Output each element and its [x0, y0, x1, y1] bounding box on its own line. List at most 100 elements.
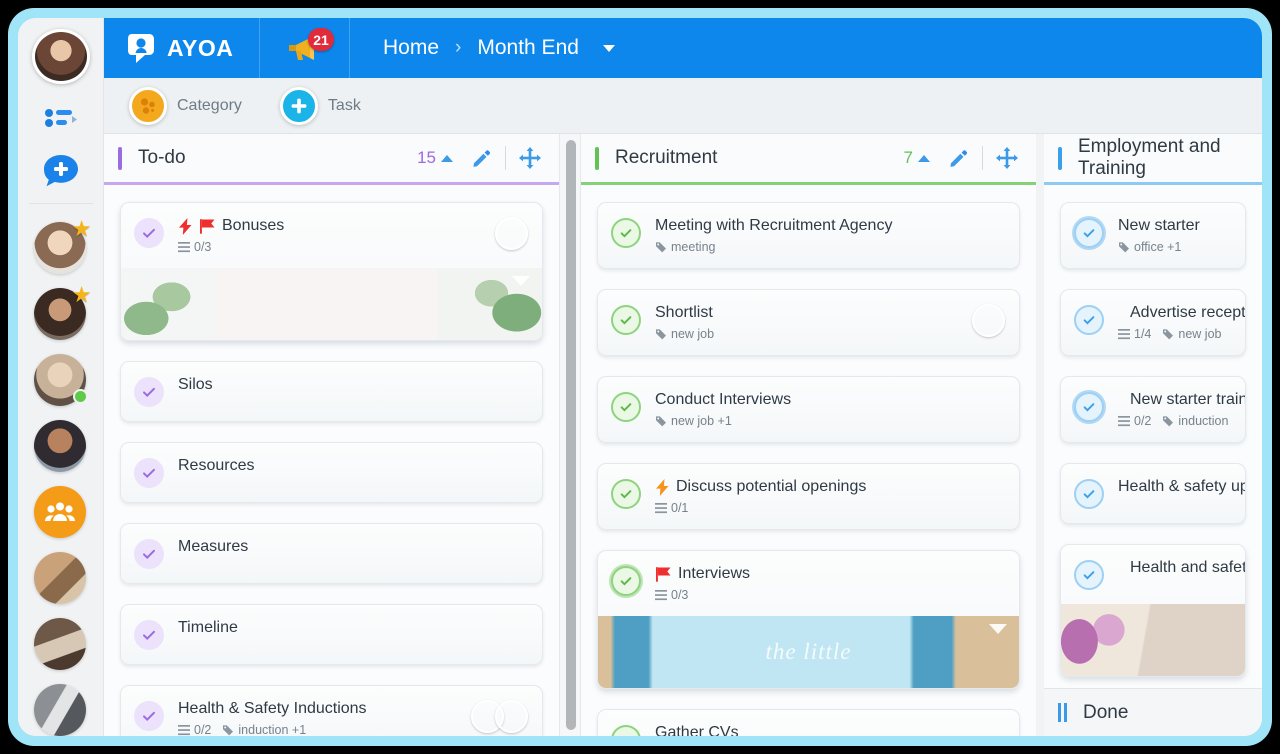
column-body-recruitment[interactable]: Meeting with Recruitment Agency meeting: [581, 185, 1036, 736]
task-card[interactable]: Gather CVs: [597, 709, 1020, 736]
member-avatar-3[interactable]: [33, 354, 88, 406]
board-vertical-scrollbar[interactable]: [559, 134, 581, 736]
tag-icon: [223, 725, 234, 736]
task-card[interactable]: Measures: [120, 523, 543, 584]
edit-column-button[interactable]: [471, 148, 491, 168]
move-column-button[interactable]: [996, 147, 1018, 169]
task-complete-checkbox[interactable]: [134, 377, 164, 407]
checklist-count: 0/2: [194, 723, 212, 736]
task-card[interactable]: Meeting with Recruitment Agency meeting: [597, 202, 1020, 269]
task-card[interactable]: Bonuses 0/3: [120, 202, 543, 341]
tag-icon: [656, 242, 666, 253]
task-complete-checkbox[interactable]: [611, 392, 641, 422]
task-complete-checkbox[interactable]: [134, 539, 164, 569]
task-complete-checkbox[interactable]: [611, 305, 641, 335]
task-complete-checkbox[interactable]: [1074, 479, 1104, 509]
task-attachment-image[interactable]: [1061, 604, 1245, 676]
add-task-button[interactable]: Task: [279, 86, 361, 125]
task-complete-checkbox[interactable]: [611, 479, 641, 509]
move-column-button[interactable]: [519, 147, 541, 169]
current-user-avatar[interactable]: [31, 29, 90, 84]
member-avatar-4[interactable]: [33, 420, 88, 472]
expand-attachment-icon[interactable]: [512, 276, 530, 286]
board-thumb-3[interactable]: [33, 684, 88, 736]
tag-label: induction: [1178, 414, 1229, 428]
done-accent-icon: [1058, 703, 1067, 722]
task-complete-checkbox[interactable]: [1074, 218, 1104, 248]
member-avatar-2[interactable]: ★: [33, 284, 92, 340]
done-section-header[interactable]: Done: [1044, 688, 1262, 736]
task-complete-checkbox[interactable]: [1074, 560, 1104, 590]
task-card[interactable]: Conduct Interviews new job +1: [597, 376, 1020, 443]
notifications-button[interactable]: 21: [260, 18, 350, 78]
move-arrows-icon: [519, 147, 541, 169]
expand-attachment-icon[interactable]: [989, 624, 1007, 634]
board-thumb-2[interactable]: [33, 618, 88, 670]
task-card[interactable]: New starter training 0/2 in: [1060, 376, 1246, 443]
task-complete-checkbox[interactable]: [134, 701, 164, 731]
task-title: Silos: [178, 376, 213, 393]
column-accent-bar: [595, 146, 599, 170]
breadcrumb-home[interactable]: Home: [383, 36, 439, 60]
task-card[interactable]: Health & safety update: [1060, 463, 1246, 524]
left-sidebar: ★ ★: [18, 18, 104, 736]
task-complete-checkbox[interactable]: [134, 218, 164, 248]
scrollbar-thumb[interactable]: [566, 140, 576, 730]
menu-list-icon[interactable]: [34, 98, 88, 138]
task-complete-checkbox[interactable]: [134, 620, 164, 650]
task-attachment-image[interactable]: the little: [598, 616, 1019, 688]
task-card[interactable]: Timeline: [120, 604, 543, 665]
collapse-column-icon[interactable]: [441, 154, 453, 162]
breadcrumb-chevron-down-icon[interactable]: [602, 44, 615, 52]
breadcrumb-current[interactable]: Month End: [477, 36, 579, 60]
app-window-frame: ★ ★ AYOA 21 Home › Month End Category Ta…: [8, 8, 1272, 746]
avatar: [495, 217, 528, 250]
board-toolbar: Category Task: [104, 78, 1262, 134]
board-thumb-1[interactable]: [33, 552, 88, 604]
member-avatar-1[interactable]: ★: [33, 218, 92, 274]
task-card[interactable]: Health & Safety Inductions 0/2 induction…: [120, 685, 543, 736]
tag-meta: new job: [1162, 327, 1221, 341]
task-title: Timeline: [178, 619, 238, 636]
top-header-bar: AYOA 21 Home › Month End: [104, 18, 1262, 78]
task-card[interactable]: Silos: [120, 361, 543, 422]
checklist-meta: 1/4: [1118, 327, 1151, 341]
add-category-button[interactable]: Category: [129, 86, 242, 125]
new-chat-icon[interactable]: [34, 152, 88, 192]
flag-icon: [200, 218, 215, 234]
task-complete-checkbox[interactable]: [1074, 392, 1104, 422]
task-card[interactable]: Resources: [120, 442, 543, 503]
tag-label: meeting: [671, 240, 716, 254]
task-title: Health & Safety Inductions: [178, 700, 367, 717]
edit-column-button[interactable]: [948, 148, 968, 168]
menu-list-glyph: [44, 108, 77, 127]
task-attachment-image[interactable]: [121, 268, 542, 340]
task-title: Health and safety: [1130, 559, 1246, 576]
chat-bubble-plus-glyph: [43, 155, 78, 187]
column-body-to-do[interactable]: Bonuses 0/3 Silos Resources Measures Tim…: [104, 185, 559, 736]
task-card[interactable]: Interviews 0/3 the little: [597, 550, 1020, 689]
column-employment-and-training: Employment and Training New starter offi…: [1044, 134, 1262, 736]
task-title: Meeting with Recruitment Agency: [655, 217, 893, 234]
checklist-icon: [178, 724, 190, 735]
task-card[interactable]: New starter office +1: [1060, 202, 1246, 269]
checklist-count: 0/3: [671, 588, 689, 602]
column-body-employment-and-training[interactable]: New starter office +1 Advertise recept 1…: [1044, 185, 1262, 688]
task-complete-checkbox[interactable]: [611, 218, 641, 248]
task-card[interactable]: Health and safety: [1060, 544, 1246, 677]
assignee-avatars[interactable]: [972, 304, 1005, 337]
task-card[interactable]: Advertise receptionist 1/4: [1060, 289, 1246, 356]
task-card[interactable]: Discuss potential openings 0/1: [597, 463, 1020, 530]
task-complete-checkbox[interactable]: [611, 566, 641, 596]
assignee-avatars[interactable]: [495, 217, 528, 250]
app-logo[interactable]: AYOA: [104, 18, 260, 78]
task-complete-checkbox[interactable]: [1074, 305, 1104, 335]
task-card[interactable]: Shortlist new job: [597, 289, 1020, 356]
assignee-avatars[interactable]: [471, 700, 528, 733]
team-group-icon[interactable]: [33, 486, 88, 538]
task-complete-checkbox[interactable]: [611, 725, 641, 736]
task-complete-checkbox[interactable]: [134, 458, 164, 488]
tag-meta: induction +1: [222, 723, 306, 736]
checklist-icon: [1118, 415, 1130, 426]
collapse-column-icon[interactable]: [918, 154, 930, 162]
